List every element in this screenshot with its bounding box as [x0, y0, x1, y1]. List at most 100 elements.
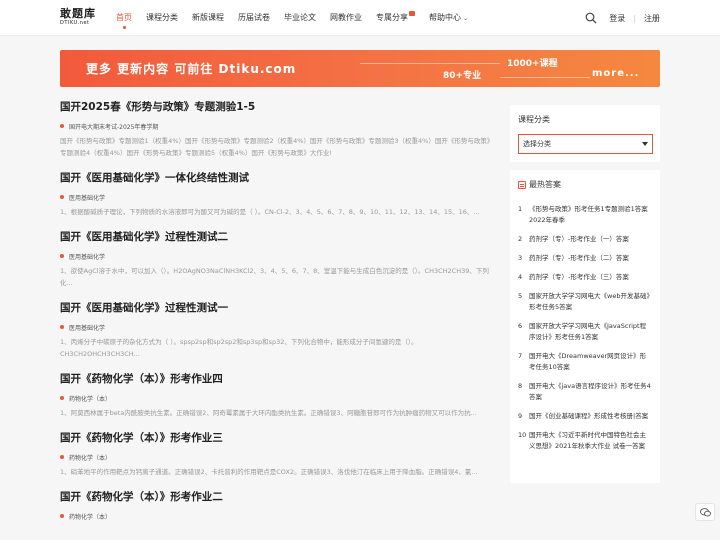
nav-home[interactable]: 首页 [116, 0, 132, 36]
customer-service-button[interactable] [695, 503, 715, 521]
hot-answer-item[interactable]: 7 国开电大《Dreamweaver网页设计》形考任务10答案 [518, 351, 652, 373]
article-title[interactable]: 国开《药物化学（本）》形考作业二 [60, 490, 496, 504]
hot-answer-rank: 5 [518, 292, 523, 300]
hot-answer-rank: 6 [518, 322, 523, 330]
article-category[interactable]: 医用基础化学 [60, 323, 496, 332]
article-excerpt: 1、丙烯分子中碳原子的杂化方式为（ ）。spsp2sp和sp2sp2和sp3sp… [60, 338, 418, 358]
search-icon[interactable] [585, 12, 597, 24]
article-excerpt: 1、根据酸碱质子理论，下列物质的水溶液即可为酸又可为碱的是（ ）。CN-Cl-2… [60, 208, 480, 216]
login-link[interactable]: 登录 [609, 13, 625, 24]
category-select-value: 选择分类 [523, 140, 551, 148]
article-category[interactable]: 药物化学（本） [60, 394, 496, 403]
site-logo[interactable]: 敢题库 DTIKU.net [60, 8, 100, 30]
top-header: 敢题库 DTIKU.net 首页 课程分类 新版课程 历届试卷 毕业论文 网教作… [0, 0, 720, 36]
nav-exclusive-share-label: 专属分享 [376, 13, 408, 22]
hot-answer-title: 国开《创业基础课程》形成性考核册|答案 [529, 412, 649, 420]
hot-answer-title: 药剂学（专）-形考作业（二）答案 [529, 254, 629, 262]
article-excerpt: 1、欲使AgCl溶于水中，可以加入（）。H2OAgNO3NaClNH3KCl2、… [60, 267, 489, 287]
banner-tag-majors: 80+专业 [443, 71, 482, 81]
category-dot-icon [60, 195, 64, 199]
hot-answer-title: 药剂学（专）-形考作业（一）答案 [529, 235, 629, 243]
article-category-label: 药物化学（本） [69, 454, 112, 462]
promo-banner[interactable]: 更多 更新内容 可前往 Dtiku.com 1000+课程 80+专业 more… [60, 50, 660, 87]
nav-theses[interactable]: 毕业论文 [284, 0, 316, 36]
article-title[interactable]: 国开《药物化学（本）》形考作业四 [60, 372, 496, 386]
logo-cn: 敢题库 [60, 7, 96, 20]
category-select[interactable]: 选择分类 [518, 134, 653, 154]
banner-tag-courses: 1000+课程 [507, 59, 558, 69]
banner-line [500, 77, 590, 78]
hot-answer-item[interactable]: 3 药剂学（专）-形考作业（二）答案 [518, 253, 652, 264]
hot-answer-title: 国家开放大学学习网电大《JavaScript程序设计》形考任务1答案 [529, 322, 647, 341]
category-dot-icon [60, 124, 64, 128]
hot-answer-title: 国家开放大学学习网电大《web开发基础》形考任务5答案 [529, 292, 650, 311]
nav-past-papers[interactable]: 历届试卷 [238, 0, 270, 36]
hot-answer-item[interactable]: 1 《形势与政策》形考任务1专题测验1答案 2022年春季 [518, 204, 652, 226]
banner-more: more... [592, 68, 640, 79]
hot-answer-title: 国开电大《java语言程序设计》形考任务4答案 [529, 382, 651, 401]
nav-course-categories[interactable]: 课程分类 [146, 0, 178, 36]
hot-answers-title: 最热答案 [529, 180, 561, 189]
article-item: 国开2025春《形势与政策》专题测验1-5 国开电大期末考试-2025年春学期 … [60, 100, 496, 159]
hot-answer-rank: 7 [518, 352, 523, 360]
category-dot-icon [60, 325, 64, 329]
article-category-label: 药物化学（本） [69, 395, 112, 403]
chat-icon [699, 507, 711, 516]
category-dot-icon [60, 514, 64, 518]
article-title[interactable]: 国开《医用基础化学》一体化终结性测试 [60, 171, 496, 185]
nav-online-homework[interactable]: 网教作业 [330, 0, 362, 36]
nav-help-center-label: 帮助中心 [429, 13, 461, 22]
hot-answer-item[interactable]: 10 国开电大《习近平新时代中国特色社会主义思想》2021年秋季大作业 试卷一答案 [518, 430, 652, 452]
article-category[interactable]: 医用基础化学 [60, 193, 496, 202]
hot-answer-title: 《形势与政策》形考任务1专题测验1答案 2022年春季 [529, 205, 648, 224]
hot-answer-title: 药剂学（专）-形考作业（三）答案 [529, 273, 629, 281]
main-nav: 首页 课程分类 新版课程 历届试卷 毕业论文 网教作业 专属分享 帮助中心 ⌄ [116, 0, 482, 36]
hot-answers-header: 最热答案 [518, 179, 652, 190]
header-separator: | [633, 13, 636, 23]
article-excerpt: 1、硝苯地平的作用靶点为钙离子通道。正确错误2、卡托普利的作用靶点是COX2。正… [60, 468, 478, 476]
hot-answers-list: 1 《形势与政策》形考任务1专题测验1答案 2022年春季 2 药剂学（专）-形考作… [518, 204, 652, 452]
article-category-label: 医用基础化学 [69, 253, 106, 261]
hot-answer-rank: 4 [518, 273, 523, 281]
banner-line [360, 63, 500, 64]
article-item: 国开《药物化学（本）》形考作业四 药物化学（本） 1、阿莫西林属于beta内酰胺… [60, 372, 496, 419]
category-widget: 课程分类 选择分类 [510, 105, 660, 162]
category-dot-icon [60, 396, 64, 400]
hot-answer-rank: 8 [518, 382, 523, 390]
article-item: 国开《医用基础化学》过程性测试一 医用基础化学 1、丙烯分子中碳原子的杂化方式为… [60, 301, 496, 360]
hot-answers-widget: 最热答案 1 《形势与政策》形考任务1专题测验1答案 2022年春季 2 药剂学（专… [510, 170, 660, 483]
nav-help-center[interactable]: 帮助中心 ⌄ [429, 0, 468, 36]
article-title[interactable]: 国开《药物化学（本）》形考作业三 [60, 431, 496, 445]
article-category[interactable]: 医用基础化学 [60, 252, 496, 261]
article-title[interactable]: 国开《医用基础化学》过程性测试一 [60, 301, 496, 315]
hot-answer-item[interactable]: 9 国开《创业基础课程》形成性考核册|答案 [518, 411, 652, 422]
category-dot-icon [60, 254, 64, 258]
hot-answer-rank: 3 [518, 254, 523, 262]
hot-answer-item[interactable]: 5 国家开放大学学习网电大《web开发基础》形考任务5答案 [518, 291, 652, 313]
chevron-down-icon [642, 142, 648, 146]
article-list: 国开2025春《形势与政策》专题测验1-5 国开电大期末考试-2025年春学期 … [60, 100, 496, 532]
article-title[interactable]: 国开《医用基础化学》过程性测试二 [60, 230, 496, 244]
nav-new-courses[interactable]: 新版课程 [192, 0, 224, 36]
hot-answer-rank: 2 [518, 235, 523, 243]
article-item: 国开《医用基础化学》一体化终结性测试 医用基础化学 1、根据酸碱质子理论，下列物… [60, 171, 496, 218]
logo-en: DTIKU.net [60, 20, 90, 26]
category-dot-icon [60, 455, 64, 459]
hot-answer-item[interactable]: 8 国开电大《java语言程序设计》形考任务4答案 [518, 381, 652, 403]
hot-answer-item[interactable]: 2 药剂学（专）-形考作业（一）答案 [518, 234, 652, 245]
article-item: 国开《药物化学（本）》形考作业二 药物化学（本） [60, 490, 496, 521]
article-category[interactable]: 药物化学（本） [60, 512, 496, 521]
list-icon [518, 180, 526, 189]
hot-answer-item[interactable]: 6 国家开放大学学习网电大《JavaScript程序设计》形考任务1答案 [518, 321, 652, 343]
hot-answer-item[interactable]: 4 药剂学（专）-形考作业（三）答案 [518, 272, 652, 283]
article-excerpt: 1、阿莫西林属于beta内酰胺类抗生素。正确错误2、阿奇霉素属于大环内酯类抗生素… [60, 409, 477, 417]
register-link[interactable]: 注册 [644, 13, 660, 24]
nav-exclusive-share[interactable]: 专属分享 [376, 0, 415, 36]
banner-text: 更多 更新内容 可前往 Dtiku.com [86, 62, 297, 76]
header-actions: 登录 | 注册 [585, 0, 660, 36]
article-category[interactable]: 药物化学（本） [60, 453, 496, 462]
article-category-label: 医用基础化学 [69, 194, 106, 202]
article-category[interactable]: 国开电大期末考试-2025年春学期 [60, 122, 496, 131]
article-title[interactable]: 国开2025春《形势与政策》专题测验1-5 [60, 100, 496, 114]
hot-answer-rank: 1 [518, 205, 523, 213]
